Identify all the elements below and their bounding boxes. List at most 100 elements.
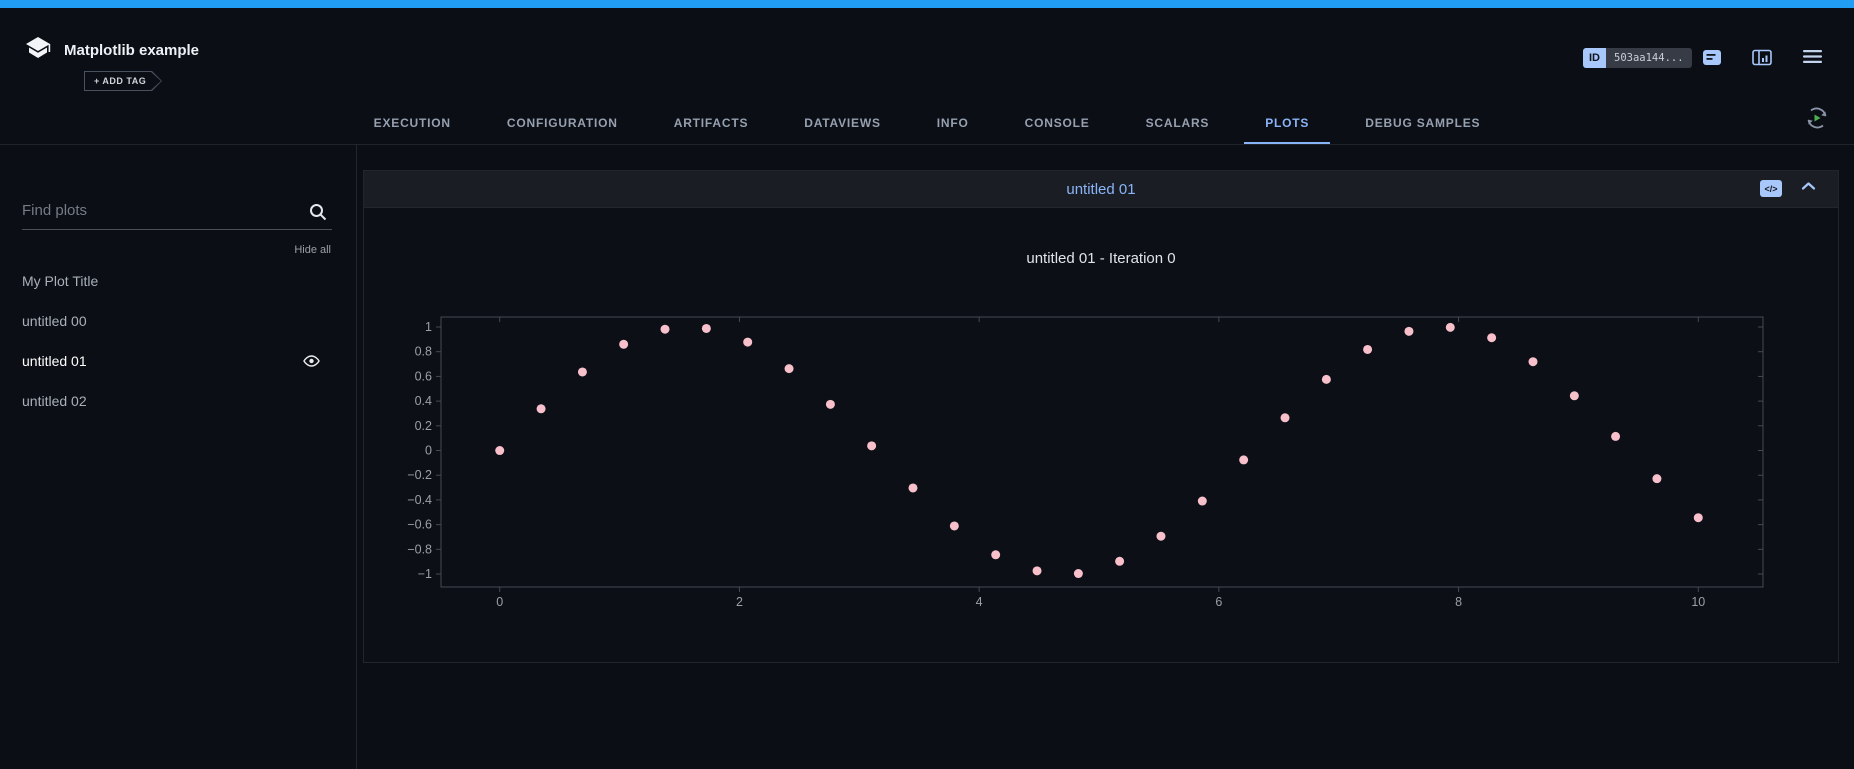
y-tick-label: −0.6 [407,518,432,532]
id-badge-value[interactable]: 503aa144... [1606,48,1692,68]
experiment-id-badge: ID 503aa144... [1583,48,1692,68]
tab-scalars[interactable]: SCALARS [1125,102,1231,144]
x-tick-label: 0 [496,595,503,609]
data-point [1528,357,1537,366]
y-tick-label: 1 [425,320,432,334]
chart-title: untitled 01 - Iteration 0 [364,250,1838,267]
y-tick-label: 0.4 [415,394,432,408]
data-point [1198,497,1207,506]
hide-all-link[interactable]: Hide all [294,244,331,256]
plots-sidebar: Hide all My Plot Title untitled 00 untitle… [0,145,357,769]
find-plots-search [22,195,332,230]
tab-debug-samples[interactable]: DEBUG SAMPLES [1344,102,1501,144]
tab-label: CONFIGURATION [507,116,618,130]
y-tick-label: −0.8 [407,542,432,556]
data-point [702,324,711,333]
experiment-header: Matplotlib example + ADD TAG ID 503aa144… [0,8,1854,145]
plot-frame [441,317,1763,587]
data-point [1033,566,1042,575]
tab-plots[interactable]: PLOTS [1244,102,1330,144]
tab-console[interactable]: CONSOLE [1004,102,1111,144]
y-tick-label: 0.6 [415,369,432,383]
plot-item-label: untitled 01 [22,353,87,369]
plot-item-label: untitled 00 [22,313,87,329]
x-tick-label: 2 [736,595,743,609]
experiment-title: Matplotlib example [64,42,199,59]
plot-card-untitled-01: untitled 01 </> untitled 01 - Iteration … [363,170,1839,663]
search-input[interactable] [22,195,292,226]
data-point [1652,474,1661,483]
plot-list-item[interactable]: My Plot Title [0,261,356,301]
data-point [1363,345,1372,354]
data-point [908,483,917,492]
tab-info[interactable]: INFO [916,102,990,144]
data-point [950,521,959,530]
tab-label: DATAVIEWS [804,116,881,130]
add-tag-label: + ADD TAG [94,76,146,86]
y-tick-label: 0.8 [415,345,432,359]
plot-list-item[interactable]: untitled 02 [0,381,356,421]
data-point [1074,569,1083,578]
data-point [537,404,546,413]
plot-list-item[interactable]: untitled 01 [0,341,356,381]
data-point [1570,391,1579,400]
details-panel-icon[interactable] [1752,49,1772,71]
tab-artifacts[interactable]: ARTIFACTS [653,102,770,144]
data-point [785,364,794,373]
collapse-chevron-up-icon[interactable] [1801,181,1816,191]
data-point [1611,432,1620,441]
data-point [867,441,876,450]
app-window: COMPLETED Matplotlib example + ADD TAG I… [0,0,1854,769]
tab-configuration[interactable]: CONFIGURATION [486,102,639,144]
data-point [578,367,587,376]
eye-icon[interactable] [303,355,320,367]
data-point [1322,375,1331,384]
tab-label: SCALARS [1146,116,1210,130]
data-point [1446,323,1455,332]
plot-card-body: untitled 01 - Iteration 0 0246810−1−0.8−… [364,208,1838,662]
data-point [743,338,752,347]
data-point [619,340,628,349]
plot-item-label: My Plot Title [22,273,98,289]
scatter-plot[interactable]: 0246810−1−0.8−0.6−0.4−0.200.20.40.60.81 [370,312,1834,652]
id-badge-label: ID [1583,48,1606,68]
data-point [1115,557,1124,566]
data-point [495,446,504,455]
tab-dataviews[interactable]: DATAVIEWS [783,102,902,144]
plot-list-item[interactable]: untitled 00 [0,301,356,341]
tab-label: DEBUG SAMPLES [1365,116,1480,130]
y-tick-label: 0.2 [415,419,432,433]
data-point [1156,532,1165,541]
plot-list: My Plot Title untitled 00 untitled 01 untit… [0,261,356,421]
x-tick-label: 8 [1455,595,1462,609]
tab-execution[interactable]: EXECUTION [353,102,472,144]
auto-refresh-icon[interactable] [1804,105,1830,136]
y-tick-label: −0.4 [407,493,432,507]
data-point [1404,327,1413,336]
data-point [661,325,670,334]
x-tick-label: 4 [976,595,983,609]
data-point [826,400,835,409]
data-point [1694,513,1703,522]
data-point [1281,413,1290,422]
tab-label: ARTIFACTS [674,116,749,130]
tab-bar: EXECUTION CONFIGURATION ARTIFACTS DATAVIEWS… [0,102,1854,144]
tab-label: CONSOLE [1025,116,1090,130]
tab-label: PLOTS [1265,116,1309,130]
plot-card-title: untitled 01 [1066,181,1135,198]
data-point [991,550,1000,559]
plot-item-label: untitled 02 [22,393,87,409]
data-point [1487,333,1496,342]
view-code-icon[interactable]: </> [1760,180,1782,197]
y-tick-label: 0 [425,444,432,458]
add-tag-button[interactable]: + ADD TAG [84,71,162,91]
menu-icon[interactable] [1803,49,1822,69]
clearml-logo-icon [24,36,52,67]
plot-card-header: untitled 01 </> [364,171,1838,208]
tab-label: INFO [937,116,969,130]
search-icon[interactable] [308,202,328,227]
x-tick-label: 6 [1215,595,1222,609]
y-tick-label: −0.2 [407,468,432,482]
comments-icon[interactable] [1702,49,1722,71]
data-point [1239,455,1248,464]
